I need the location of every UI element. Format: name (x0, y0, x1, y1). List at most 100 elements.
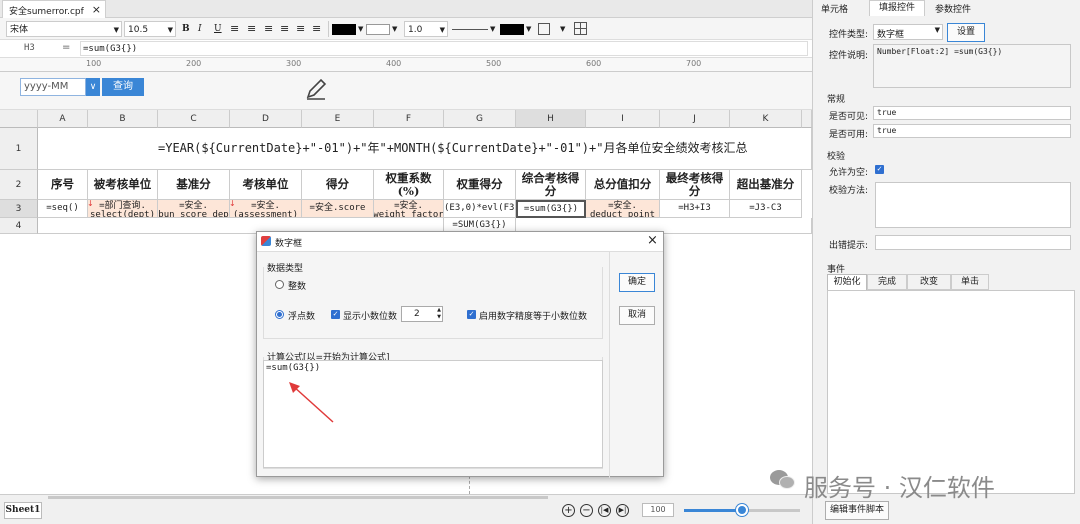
formula-cell[interactable]: =部门查询. select(dept) (88, 200, 158, 218)
column-header[interactable]: B (88, 110, 158, 128)
horizontal-scrollbar[interactable] (48, 496, 548, 499)
tab-param-control[interactable]: 参数控件 (935, 2, 971, 15)
control-desc-field[interactable]: Number[Float:2] =sum(G3{}) (873, 44, 1071, 88)
decimals-stepper[interactable]: 2 ▲ ▼ (401, 306, 443, 322)
checkmark-icon[interactable]: ✓ (467, 310, 476, 319)
header-cell[interactable]: 基准分 (158, 170, 230, 200)
header-cell[interactable]: 权重得分 (444, 170, 516, 200)
align-middle-icon[interactable]: ≡ (296, 21, 305, 37)
event-tab-change[interactable]: 改变 (907, 274, 951, 290)
border-color-swatch[interactable] (500, 24, 524, 35)
row-header[interactable]: 4 (0, 218, 38, 234)
column-header[interactable]: C (158, 110, 230, 128)
column-header[interactable]: F (374, 110, 444, 128)
header-cell[interactable]: 总分值扣分 (586, 170, 660, 200)
chevron-down-icon[interactable]: ▼ (490, 21, 495, 37)
header-cell[interactable]: 超出基准分 (730, 170, 802, 200)
column-header[interactable]: I (586, 110, 660, 128)
chevron-down-icon[interactable]: ∨ (86, 78, 100, 96)
control-type-select[interactable]: 数字框 ▼ (873, 24, 943, 40)
header-cell[interactable]: 考核单位 (230, 170, 302, 200)
settings-button[interactable]: 设置 (947, 23, 985, 42)
ok-button[interactable]: 确定 (619, 273, 655, 292)
header-cell[interactable]: 权重系数 (%) (374, 170, 444, 200)
fill-color-swatch[interactable] (366, 24, 390, 35)
borders-icon[interactable] (538, 23, 550, 35)
chevron-down-icon[interactable]: ▼ (526, 21, 531, 37)
chevron-down-icon[interactable]: ▼ (560, 21, 565, 37)
formula-cell[interactable]: =安全. ibun_score_dept (158, 200, 230, 218)
event-tab-init[interactable]: 初始化 (827, 274, 867, 290)
column-header[interactable]: H (516, 110, 586, 128)
date-param-input[interactable]: yyyy-MM (20, 78, 86, 96)
chevron-down-icon[interactable]: ▼ (358, 21, 363, 37)
line-spacing-select[interactable]: 1.0 ▼ (404, 21, 448, 37)
event-tab-click[interactable]: 单击 (951, 274, 989, 290)
enabled-field[interactable]: true (873, 124, 1071, 138)
zoom-slider-track[interactable] (684, 504, 800, 516)
checkmark-icon[interactable]: ✓ (331, 310, 340, 319)
query-button[interactable]: 查询 (102, 78, 144, 96)
zoom-level-input[interactable]: 100 (642, 503, 674, 517)
font-color-swatch[interactable] (332, 24, 356, 35)
close-icon[interactable]: × (647, 233, 658, 248)
first-page-icon[interactable]: |◀ (598, 504, 611, 517)
formula-cell[interactable]: =J3-C3 (730, 200, 802, 218)
align-bottom-icon[interactable]: ≡ (312, 21, 321, 37)
header-cell[interactable]: 最终考核得 分 (660, 170, 730, 200)
tab-fill-control[interactable]: 填报控件 (869, 0, 925, 16)
formula-cell[interactable]: =安全.score (302, 200, 374, 218)
sheet-tab[interactable]: Sheet1 (4, 502, 42, 519)
spinner-arrows-icon[interactable]: ▲ ▼ (437, 307, 441, 321)
formula-cell[interactable]: =H3+I3 (660, 200, 730, 218)
row-header[interactable]: 3 (0, 200, 38, 218)
formula-input[interactable]: =sum(G3{}) (80, 41, 808, 56)
font-size-select[interactable]: 10.5 ▼ (124, 21, 176, 37)
error-hint-field[interactable] (875, 235, 1071, 250)
zoom-in-icon[interactable]: + (562, 504, 575, 517)
title-cell[interactable]: =YEAR(${CurrentDate}+"-01")+"年"+MONTH(${… (38, 128, 812, 170)
header-cell[interactable]: 得分 (302, 170, 374, 200)
tab-cell[interactable]: 单元格 (821, 2, 848, 15)
align-center-icon[interactable]: ≡ (247, 21, 256, 37)
checkmark-icon[interactable]: ✓ (875, 165, 884, 174)
header-cell[interactable]: 被考核单位 (88, 170, 158, 200)
formula-cell[interactable]: =安全. deduct_point (586, 200, 660, 218)
pencil-icon[interactable] (304, 77, 328, 101)
integer-radio[interactable] (275, 280, 284, 289)
formula-cell[interactable]: =seq() (38, 200, 88, 218)
formula-cell[interactable]: (E3,0)*evl(F3, (444, 200, 516, 218)
column-header[interactable]: K (730, 110, 802, 128)
document-tab[interactable]: 安全sumerror.cpf × (2, 0, 106, 18)
visible-field[interactable]: true (873, 106, 1071, 120)
align-top-icon[interactable]: ≡ (280, 21, 289, 37)
event-tab-complete[interactable]: 完成 (867, 274, 907, 290)
selected-formula-cell[interactable]: =sum(G3{}) (516, 200, 586, 218)
close-tab-icon[interactable]: × (92, 3, 101, 16)
column-header[interactable]: J (660, 110, 730, 128)
formula-cell[interactable]: =安全. (assessment) (230, 200, 302, 218)
cancel-button[interactable]: 取消 (619, 306, 655, 325)
header-cell[interactable]: 综合考核得 分 (516, 170, 586, 200)
validate-method-field[interactable] (875, 182, 1071, 228)
float-radio[interactable] (275, 310, 284, 319)
last-page-icon[interactable]: ▶| (616, 504, 629, 517)
underline-icon[interactable]: U (214, 21, 222, 37)
formula-cell[interactable]: =安全. weight_factor (374, 200, 444, 218)
align-left-icon[interactable]: ≡ (230, 21, 239, 37)
event-script-area[interactable] (827, 290, 1075, 494)
row-header[interactable]: 1 (0, 128, 38, 170)
edit-event-script-button[interactable]: 编辑事件脚本 (825, 501, 889, 520)
chevron-down-icon[interactable]: ▼ (392, 21, 397, 37)
italic-icon[interactable]: I (198, 21, 202, 37)
bold-icon[interactable]: B (182, 21, 190, 37)
merge-cells-icon[interactable] (574, 22, 587, 35)
column-header[interactable]: A (38, 110, 88, 128)
column-header[interactable]: E (302, 110, 374, 128)
column-header[interactable]: G (444, 110, 516, 128)
zoom-out-icon[interactable]: − (580, 504, 593, 517)
zoom-slider-handle[interactable] (736, 504, 748, 516)
align-right-icon[interactable]: ≡ (264, 21, 273, 37)
column-header[interactable]: D (230, 110, 302, 128)
row-header[interactable]: 2 (0, 170, 38, 200)
